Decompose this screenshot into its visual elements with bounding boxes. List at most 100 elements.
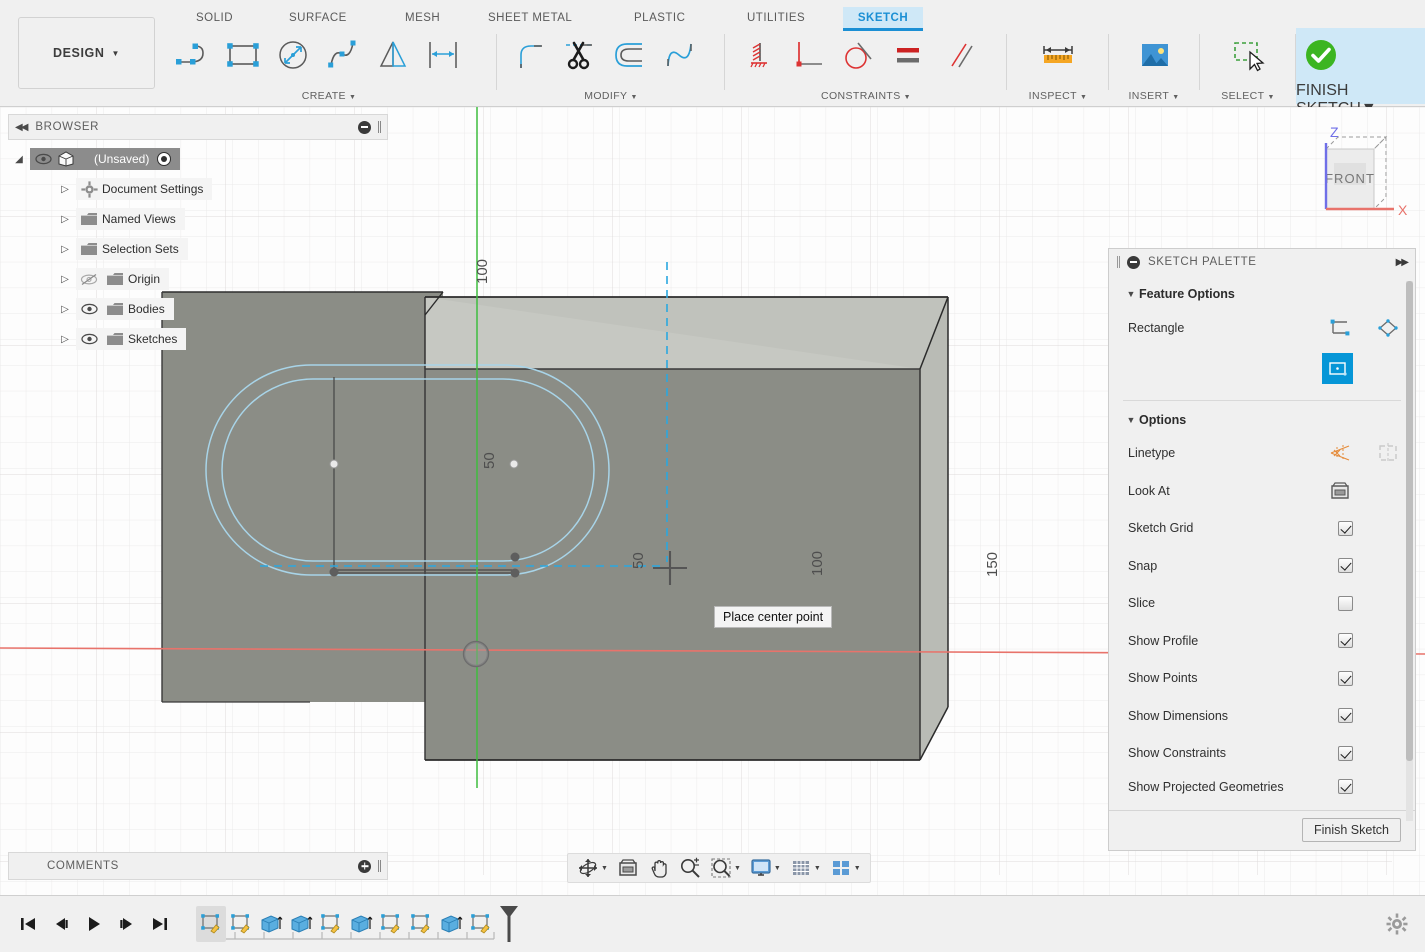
timeline-item-extrude[interactable]	[286, 906, 316, 942]
timeline-item-sketch[interactable]	[406, 906, 436, 942]
expand-triangle-icon[interactable]: ▷	[54, 244, 76, 255]
sketch-palette-header[interactable]: SKETCH PALETTE ▶▶	[1109, 249, 1415, 275]
expand-triangle-icon[interactable]: ▷	[54, 184, 76, 195]
tree-item-unsaved[interactable]: ◢ (Unsaved)	[8, 144, 388, 174]
expand-triangle-icon[interactable]: ▷	[54, 334, 76, 345]
timeline-item-extrude[interactable]	[256, 906, 286, 942]
step-back-button[interactable]	[47, 909, 75, 939]
tab-utilities[interactable]: UTILITIES	[737, 7, 815, 29]
tree-item-origin[interactable]: ▷ Origin	[8, 264, 388, 294]
measure-tool-button[interactable]	[1033, 28, 1083, 82]
viewport-layout-button[interactable]: ▼	[826, 855, 865, 881]
tab-plastic[interactable]: PLASTIC	[624, 7, 695, 29]
look-at-button[interactable]	[613, 855, 643, 881]
insert-image-button[interactable]	[1129, 28, 1179, 82]
tab-solid[interactable]: SOLID	[186, 7, 243, 29]
tab-sheet-metal[interactable]: SHEET METAL	[478, 7, 582, 29]
construction-line-icon[interactable]	[1327, 440, 1353, 466]
grid-snaps-button[interactable]: ▼	[786, 855, 825, 881]
comments-add-icon[interactable]	[358, 860, 371, 873]
centerline-icon[interactable]	[1375, 440, 1401, 466]
orbit-button[interactable]: ▼	[573, 855, 612, 881]
equal-constraint-button[interactable]	[883, 28, 933, 82]
tab-sketch[interactable]: SKETCH	[843, 7, 923, 29]
select-tool-button[interactable]	[1223, 28, 1273, 82]
ribbon-group-select-label[interactable]: SELECT▼	[1207, 90, 1289, 102]
ribbon-group-constraints-label[interactable]: CONSTRAINTS▼	[733, 90, 999, 102]
trim-tool-button[interactable]	[555, 28, 605, 82]
visibility-eye-icon[interactable]	[76, 333, 102, 345]
timeline-item-sketch[interactable]	[316, 906, 346, 942]
offset-tool-button[interactable]	[605, 28, 655, 82]
curvature-tool-button[interactable]	[655, 28, 705, 82]
tab-mesh[interactable]: MESH	[395, 7, 450, 29]
browser-collapse-icon[interactable]	[358, 121, 371, 134]
tab-surface[interactable]: SURFACE	[279, 7, 357, 29]
palette-collapse-icon[interactable]	[1127, 256, 1140, 269]
checkbox-show-profile[interactable]	[1338, 633, 1353, 648]
timeline-item-extrude[interactable]	[436, 906, 466, 942]
zoom-window-button[interactable]: ▼	[706, 855, 745, 881]
display-settings-button[interactable]: ▼	[746, 855, 785, 881]
timeline-settings-gear-icon[interactable]	[1386, 913, 1408, 940]
rectangle-2point-icon[interactable]	[1327, 315, 1353, 341]
expand-triangle-icon[interactable]: ▷	[54, 274, 76, 285]
palette-grip-handle[interactable]	[1117, 256, 1120, 268]
perpendicular-constraint-button[interactable]	[783, 28, 833, 82]
tree-item-sketches[interactable]: ▷ Sketches	[8, 324, 388, 354]
palette-scrollbar[interactable]	[1406, 281, 1413, 821]
comments-grip-handle[interactable]	[378, 860, 381, 872]
fillet-tool-button[interactable]	[505, 28, 555, 82]
tree-item-named-views[interactable]: ▷ Named Views	[8, 204, 388, 234]
checkbox-show-projected-geometries[interactable]	[1338, 779, 1353, 794]
dimension-tool-button[interactable]	[418, 28, 468, 82]
double-chevron-right-icon[interactable]: ▶▶	[1396, 257, 1407, 268]
parallel-constraint-button[interactable]	[933, 28, 983, 82]
section-feature-options[interactable]: ▼ Feature Options	[1109, 275, 1415, 309]
checkbox-sketch-grid[interactable]	[1338, 521, 1353, 536]
section-options[interactable]: ▼ Options	[1109, 401, 1415, 435]
browser-grip-handle[interactable]	[378, 121, 381, 133]
checkbox-show-constraints[interactable]	[1338, 746, 1353, 761]
checkbox-show-points[interactable]	[1338, 671, 1353, 686]
browser-header[interactable]: ◀◀ BROWSER	[8, 114, 388, 140]
fix-ground-constraint-button[interactable]	[733, 28, 783, 82]
timeline-item-sketch[interactable]	[376, 906, 406, 942]
double-chevron-left-icon[interactable]: ◀◀	[15, 122, 26, 133]
ribbon-group-create-label[interactable]: CREATE▼	[168, 90, 490, 102]
expand-triangle-icon[interactable]: ▷	[54, 304, 76, 315]
checkbox-snap[interactable]	[1338, 558, 1353, 573]
visibility-eye-icon[interactable]	[30, 153, 56, 165]
timeline-end-marker[interactable]	[496, 906, 522, 942]
timeline-item-extrude[interactable]	[346, 906, 376, 942]
timeline-item-sketch[interactable]	[196, 906, 226, 942]
ribbon-group-modify-label[interactable]: MODIFY▼	[505, 90, 717, 102]
play-button[interactable]	[80, 909, 108, 939]
timeline-item-sketch[interactable]	[226, 906, 256, 942]
ribbon-group-inspect-label[interactable]: INSPECT▼	[1014, 90, 1102, 102]
timeline-item-sketch[interactable]	[466, 906, 496, 942]
go-to-start-button[interactable]	[14, 909, 42, 939]
ribbon-group-insert-label[interactable]: INSERT▼	[1116, 90, 1192, 102]
visibility-eye-hidden-icon[interactable]	[76, 273, 102, 286]
look-at-icon[interactable]	[1327, 478, 1353, 504]
viewport-canvas[interactable]: 100 50 50 100 150 ◀◀ BROWSER ◢	[0, 107, 1425, 895]
tree-item-bodies[interactable]: ▷ Bodies	[8, 294, 388, 324]
expand-triangle-icon[interactable]: ▷	[54, 214, 76, 225]
finish-sketch-button[interactable]: Finish Sketch	[1302, 818, 1401, 842]
pan-button[interactable]	[644, 855, 674, 881]
finish-sketch-ribbon-button[interactable]: FINISH SKETCH▼	[1296, 28, 1425, 104]
rectangle-3point-icon[interactable]	[1375, 315, 1401, 341]
expand-triangle-icon[interactable]: ◢	[8, 154, 30, 165]
view-cube[interactable]: FRONT Z X	[1300, 121, 1412, 233]
spline-tool-button[interactable]	[318, 28, 368, 82]
comments-panel[interactable]: COMMENTS	[8, 852, 388, 880]
checkbox-show-dimensions[interactable]	[1338, 708, 1353, 723]
tree-item-document-settings[interactable]: ▷ Document Settings	[8, 174, 388, 204]
activate-component-radio[interactable]	[157, 152, 171, 166]
design-workspace-button[interactable]: DESIGN ▼	[18, 17, 155, 89]
visibility-eye-icon[interactable]	[76, 303, 102, 315]
rectangle-center-icon[interactable]	[1322, 353, 1353, 384]
line-tool-button[interactable]	[168, 28, 218, 82]
go-to-end-button[interactable]	[146, 909, 174, 939]
